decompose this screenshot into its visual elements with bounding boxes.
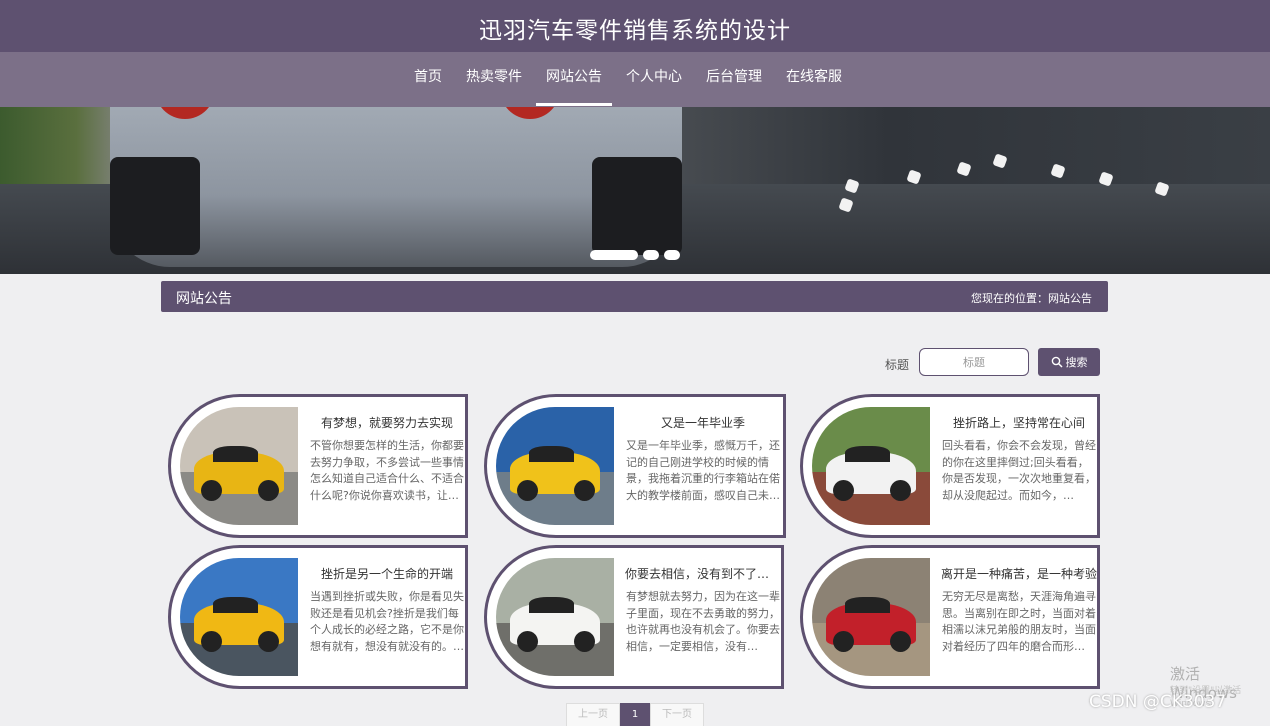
nav-list: 首页 热卖零件 网站公告 个人中心 后台管理 在线客服: [404, 52, 856, 107]
card-image: [496, 558, 614, 676]
card-excerpt: 无穷无尽是离愁，天涯海角遍寻思。当离别在即之时，当面对着相濡以沫兄弟般的朋友时，…: [942, 590, 1096, 653]
road-marker: [992, 153, 1008, 169]
announcement-card[interactable]: 挫折路上，坚持常在心间 回头看看，你会不会发现，曾经的你在这里摔倒过;回头看看，…: [800, 394, 1100, 538]
search-input[interactable]: [919, 348, 1029, 376]
search-button-label: 搜索: [1065, 356, 1088, 369]
search-label: 标题: [885, 358, 910, 372]
card-excerpt: 又是一年毕业季，感慨万千，还记的自己刚进学校的时候的情景，我拖着沉重的行李箱站在…: [626, 439, 780, 502]
card-excerpt: 不管你想要怎样的生活，你都要去努力争取，不多尝试一些事情怎么知道自己适合什么、不…: [310, 439, 464, 502]
banner-car: [110, 107, 682, 267]
car-tyre: [110, 157, 200, 255]
card-image: [812, 407, 930, 525]
nav-item-customer-service[interactable]: 在线客服: [776, 52, 852, 107]
card-image: [180, 407, 298, 525]
card-title: 有梦想，就要努力去实现: [320, 416, 453, 430]
card-image: [812, 558, 930, 676]
nav-item-announcements[interactable]: 网站公告: [536, 52, 612, 107]
nav-item-home[interactable]: 首页: [404, 52, 452, 107]
search-icon: [1051, 356, 1063, 368]
road-marker: [956, 161, 972, 177]
page-number[interactable]: 1: [620, 703, 650, 726]
site-header: 迅羽汽车零件销售系统的设计: [0, 0, 1270, 52]
site-title: 迅羽汽车零件销售系统的设计: [479, 18, 791, 44]
breadcrumb: 您现在的位置：网站公告: [971, 292, 1092, 305]
search-button[interactable]: 搜索: [1038, 348, 1100, 376]
carousel-dot-2[interactable]: [643, 250, 659, 260]
announcement-card[interactable]: 你要去相信，没有到不了的明天 有梦想就去努力，因为在这一辈子里面，现在不去勇敢的…: [484, 545, 784, 689]
road-marker: [1050, 163, 1066, 179]
nav-item-admin[interactable]: 后台管理: [696, 52, 772, 107]
road-marker: [906, 169, 922, 185]
card-title: 又是一年毕业季: [660, 416, 745, 430]
announcement-card[interactable]: 挫折是另一个生命的开端 当遇到挫折或失败，你是看见失败还是看见机会?挫折是我们每…: [168, 545, 468, 689]
card-excerpt: 有梦想就去努力，因为在这一辈子里面，现在不去勇敢的努力，也许就再也没有机会了。你…: [626, 590, 780, 653]
announcement-card[interactable]: 离开是一种痛苦，是一种考验 无穷无尽是离愁，天涯海角遍寻思。当离别在即之时，当面…: [800, 545, 1100, 689]
main-nav: 首页 热卖零件 网站公告 个人中心 后台管理 在线客服: [0, 52, 1270, 107]
car-taillight: [155, 107, 215, 119]
card-excerpt: 回头看看，你会不会发现，曾经的你在这里摔倒过;回头看看，你是否发现，一次次地重复…: [942, 439, 1096, 502]
card-image: [180, 558, 298, 676]
card-title: 你要去相信，没有到不了的明天: [625, 567, 781, 581]
section-header: 网站公告 您现在的位置：网站公告: [161, 281, 1108, 312]
announcement-card[interactable]: 有梦想，就要努力去实现 不管你想要怎样的生活，你都要去努力争取，不多尝试一些事情…: [168, 394, 468, 538]
hero-banner[interactable]: [0, 107, 1270, 274]
announcement-card[interactable]: 又是一年毕业季 又是一年毕业季，感慨万千，还记的自己刚进学校的时候的情景，我拖着…: [484, 394, 786, 538]
car-taillight: [500, 107, 560, 119]
next-page-button[interactable]: 下一页: [650, 703, 704, 726]
pagination: 上一页 1 下一页: [566, 703, 704, 726]
card-title: 挫折路上，坚持常在心间: [952, 416, 1085, 430]
card-title: 挫折是另一个生命的开端: [320, 567, 453, 581]
nav-item-personal-center[interactable]: 个人中心: [616, 52, 692, 107]
prev-page-button[interactable]: 上一页: [566, 703, 620, 726]
nav-item-hot-parts[interactable]: 热卖零件: [456, 52, 532, 107]
csdn-watermark: CSDN @CK3037: [1089, 692, 1227, 712]
section-title: 网站公告: [176, 291, 232, 307]
carousel-indicators: [590, 250, 680, 260]
card-excerpt: 当遇到挫折或失败，你是看见失败还是看见机会?挫折是我们每个人成长的必经之路，它不…: [310, 590, 464, 653]
carousel-dot-3[interactable]: [664, 250, 680, 260]
announcement-grid: 有梦想，就要努力去实现 不管你想要怎样的生活，你都要去努力争取，不多尝试一些事情…: [168, 394, 1100, 689]
car-tyre: [592, 157, 682, 255]
carousel-dot-1[interactable]: [590, 250, 638, 260]
card-image: [496, 407, 614, 525]
card-title: 离开是一种痛苦，是一种考验: [941, 567, 1097, 581]
